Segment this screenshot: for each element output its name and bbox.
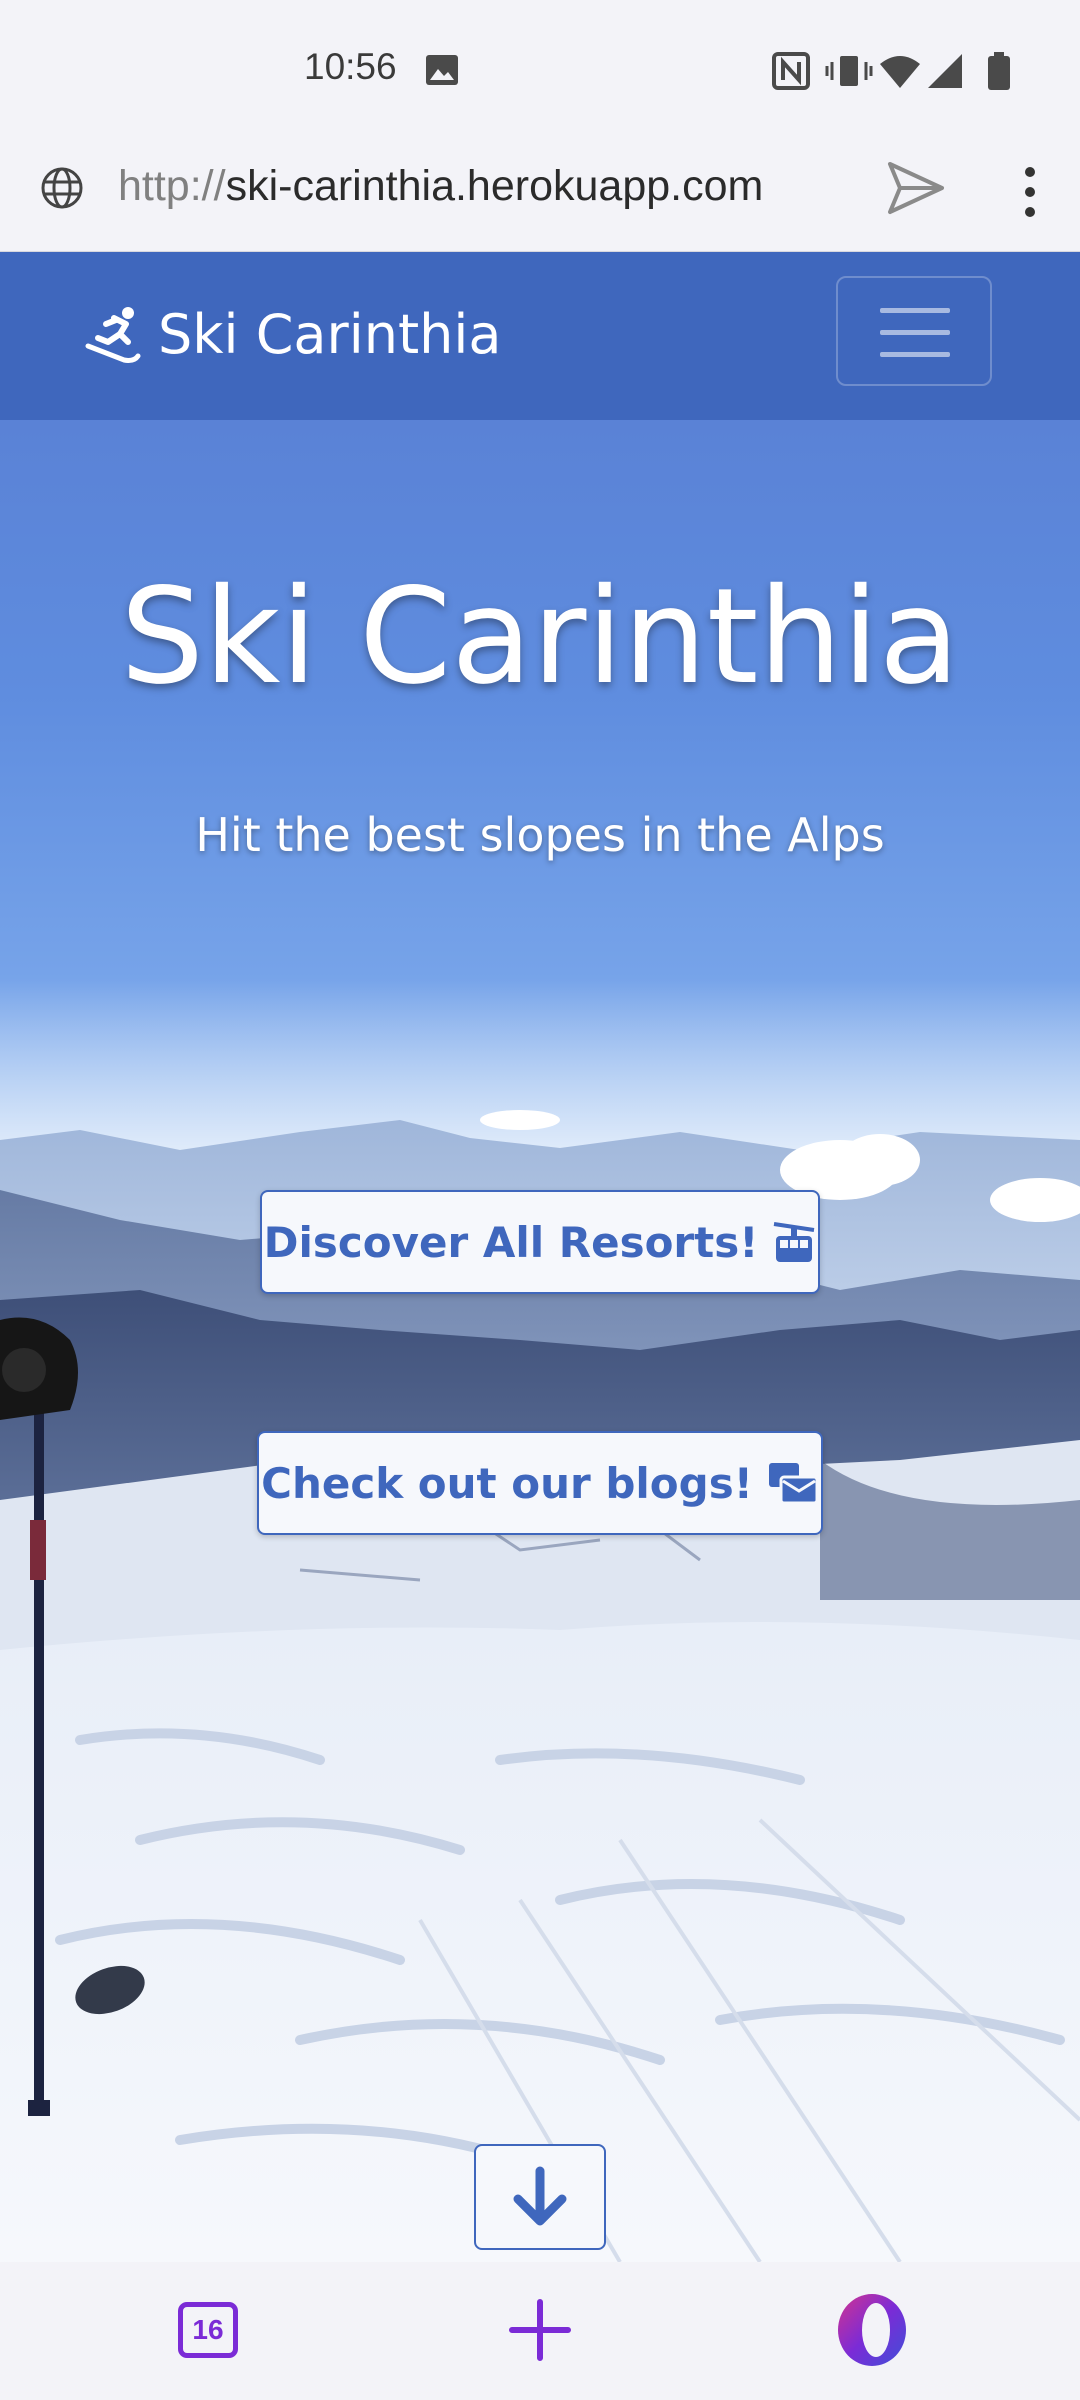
send-icon[interactable]	[884, 158, 948, 218]
brand-link[interactable]: Ski Carinthia	[84, 296, 501, 372]
image-icon	[426, 55, 458, 85]
check-blogs-button[interactable]: Check out our blogs!	[257, 1431, 823, 1535]
discover-resorts-label: Discover All Resorts!	[263, 1217, 759, 1267]
opera-icon[interactable]	[834, 2290, 910, 2370]
hamburger-icon	[880, 308, 950, 313]
arrow-down-icon	[513, 2166, 567, 2226]
skier-icon	[85, 307, 141, 363]
battery-icon	[988, 52, 1010, 90]
nfc-icon	[772, 52, 810, 90]
scroll-down-button[interactable]	[474, 2144, 606, 2250]
browser-bottom-bar: 16	[0, 2262, 1080, 2400]
url-scheme: http://	[118, 162, 226, 210]
globe-icon	[41, 167, 83, 209]
hero-subtitle: Hit the best slopes in the Alps	[195, 808, 885, 862]
brand-text: Ski Carinthia	[158, 302, 502, 366]
wifi-icon	[880, 56, 920, 88]
status-icons	[772, 52, 1010, 90]
status-bar: 10:56	[0, 0, 1080, 140]
signal-icon	[928, 54, 962, 88]
cable-car-icon	[774, 1222, 815, 1262]
plus-icon[interactable]	[508, 2298, 572, 2362]
more-vertical-icon[interactable]	[1010, 160, 1050, 224]
site-navbar: Ski Carinthia	[0, 252, 1080, 420]
tab-count: 16	[192, 2314, 224, 2345]
hero-title: Ski Carinthia	[120, 560, 960, 714]
url-host: ski-carinthia.herokuapp.com	[225, 162, 764, 210]
discover-resorts-button[interactable]: Discover All Resorts!	[260, 1190, 820, 1294]
vibrate-icon	[825, 56, 873, 86]
hero-section: Ski Carinthia Hit the best slopes in the…	[0, 420, 1080, 2262]
check-blogs-label: Check out our blogs!	[261, 1458, 753, 1508]
url-field[interactable]: http://ski-carinthia.herokuapp.com	[118, 162, 763, 211]
address-bar[interactable]: http://ski-carinthia.herokuapp.com	[0, 140, 1080, 252]
mail-bulk-icon	[768, 1463, 819, 1505]
menu-toggle-button[interactable]	[836, 276, 992, 386]
tabs-button[interactable]: 16	[178, 2302, 238, 2358]
status-time: 10:56	[304, 46, 397, 87]
